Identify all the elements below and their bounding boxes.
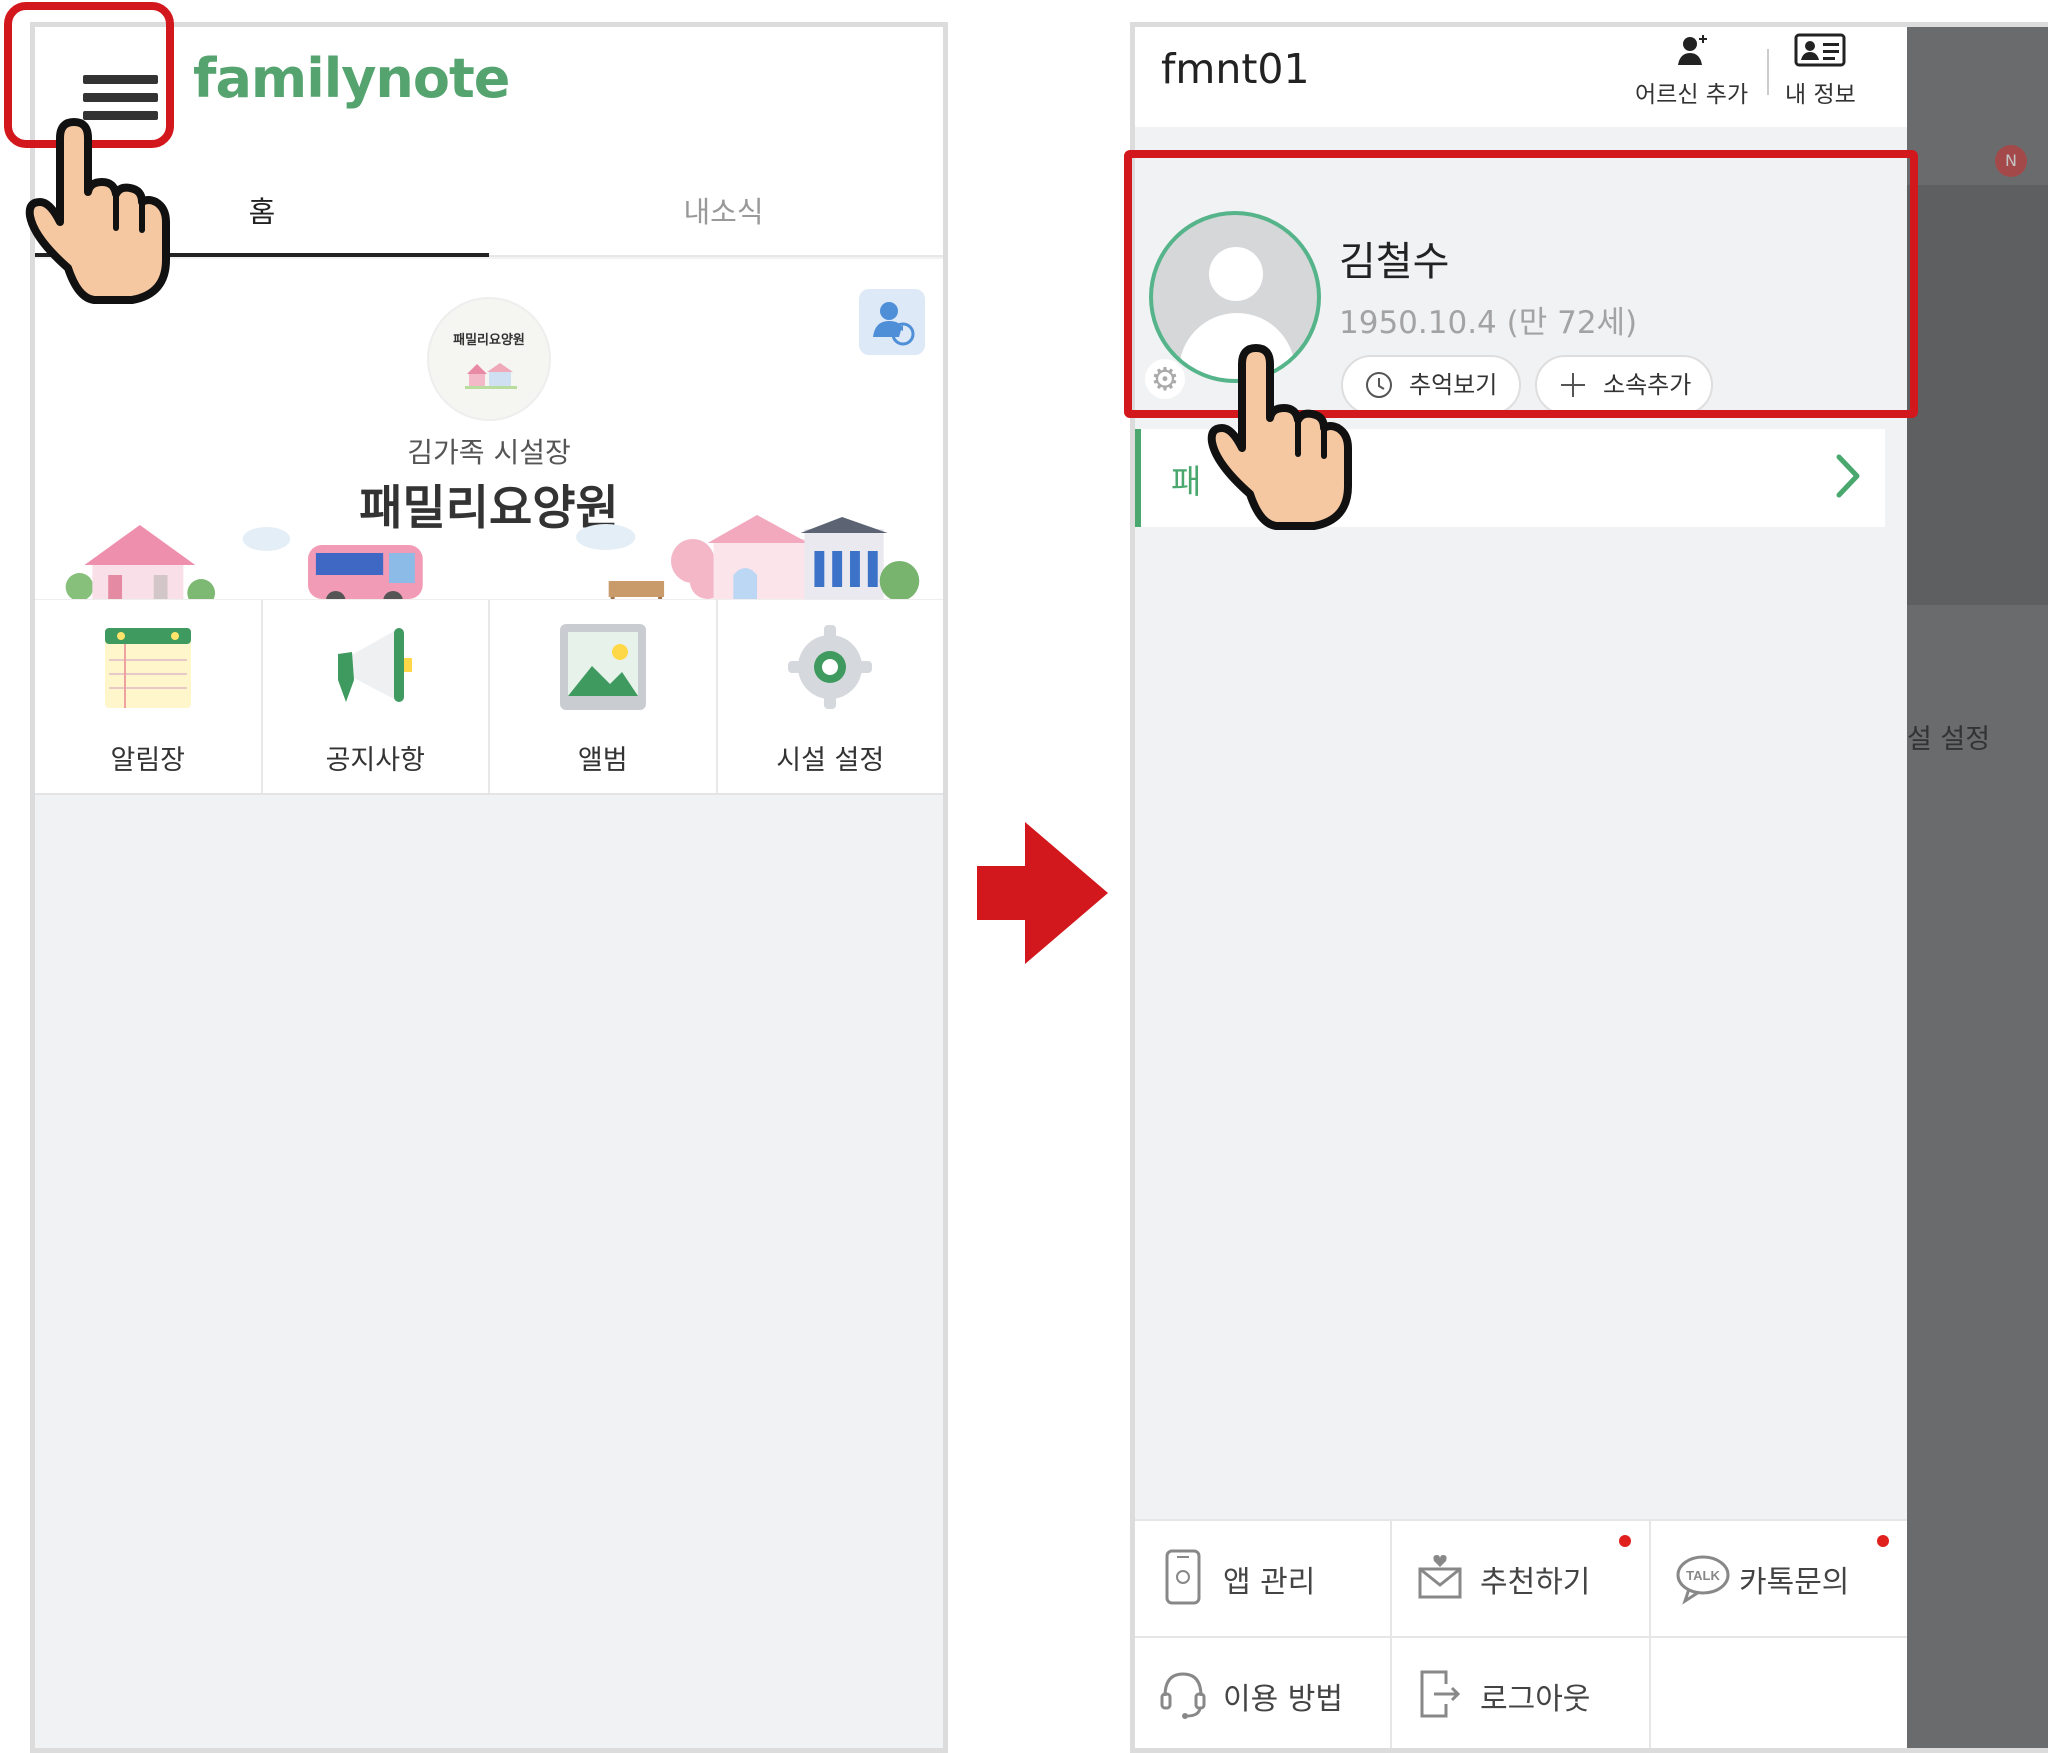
app-settings-label: 앱 관리 — [1223, 1565, 1316, 1600]
phone-settings-icon — [1165, 1549, 1201, 1605]
chevron-right-icon — [1836, 454, 1860, 498]
my-info-label: 내 정보 — [1785, 82, 1856, 108]
menu-album[interactable]: 앨범 — [490, 600, 718, 793]
app-logo: familynote — [193, 47, 510, 110]
megaphone-icon — [338, 628, 413, 702]
album-icon — [559, 624, 646, 710]
menu-notice[interactable]: 공지사항 — [263, 600, 490, 793]
kakaotalk-notification-dot — [1877, 1535, 1889, 1547]
menu-notebook-label: 알림장 — [110, 745, 186, 776]
recommend-notification-dot — [1619, 1535, 1631, 1547]
tab-bar: 홈 내소식 — [35, 167, 943, 257]
user-id: fmnt01 — [1161, 45, 1310, 93]
pointing-hand-icon — [1207, 344, 1352, 530]
how-to-use-label: 이용 방법 — [1223, 1682, 1343, 1717]
drawer-header: fmnt01 어르신 추가 내 정보 — [1135, 27, 1907, 127]
dimmed-background-overlay[interactable]: N 설 설정 — [1907, 27, 2048, 1748]
facility-label-start: 패 — [1171, 462, 1202, 501]
envelope-heart-icon — [1418, 1555, 1462, 1599]
menu-album-label: 앨범 — [577, 745, 628, 776]
my-info-button[interactable]: 내 정보 — [1785, 33, 1856, 109]
recommend-label: 추천하기 — [1480, 1565, 1591, 1600]
dimmed-menu-label: 설 설정 — [1907, 724, 1991, 755]
facility-hero: 패밀리요양원 김가족 시설장 패밀리요양원 — [35, 259, 943, 614]
add-senior-button[interactable]: 어르신 추가 — [1635, 33, 1748, 109]
app-settings-button[interactable]: 앱 관리 — [1135, 1521, 1392, 1636]
notebook-icon — [104, 628, 191, 708]
kakaotalk-inquiry-button[interactable]: TALK 카톡문의 — [1651, 1521, 1907, 1636]
arrow-right-icon — [977, 822, 1108, 964]
logout-label: 로그아웃 — [1480, 1682, 1591, 1717]
tab-my-news[interactable]: 내소식 — [494, 167, 943, 257]
menu-facility-settings-label: 시설 설정 — [776, 745, 885, 776]
facility-director: 김가족 시설장 — [407, 436, 571, 469]
logout-icon — [1420, 1670, 1461, 1718]
main-menu-grid: 알림장 공지사항 앨범 시설 설정 — [35, 599, 943, 795]
facility-logo-text: 패밀리요양원 — [453, 333, 525, 348]
person-switch-icon — [873, 302, 915, 346]
talk-icon: TALK — [1676, 1555, 1730, 1605]
menu-notebook[interactable]: 알림장 — [35, 600, 263, 793]
recommend-button[interactable]: 추천하기 — [1392, 1521, 1651, 1636]
pointing-hand-icon — [25, 118, 170, 304]
menu-notice-label: 공지사항 — [325, 745, 425, 776]
menu-facility-settings[interactable]: 시설 설정 — [718, 600, 944, 793]
header-divider — [1767, 49, 1769, 95]
kakaotalk-inquiry-label: 카톡문의 — [1739, 1565, 1850, 1600]
house-icon — [465, 363, 517, 389]
add-person-icon — [1677, 35, 1707, 65]
logout-button[interactable]: 로그아웃 — [1392, 1638, 1651, 1748]
drawer-footer: 앱 관리 추천하기 TALK 카톡문의 이용 방법 로그아웃 — [1135, 1519, 1907, 1748]
facility-logo: 패밀리요양원 — [427, 297, 551, 421]
gear-icon — [788, 625, 873, 709]
switch-facility-button[interactable] — [859, 289, 925, 355]
svg-text:TALK: TALK — [1686, 1568, 1720, 1583]
new-badge: N — [1995, 145, 2027, 177]
dimmed-hero — [1907, 185, 2048, 605]
headset-icon — [1160, 1672, 1206, 1719]
how-to-use-button[interactable]: 이용 방법 — [1135, 1638, 1392, 1748]
id-card-icon — [1794, 33, 1846, 67]
add-senior-label: 어르신 추가 — [1635, 82, 1749, 108]
